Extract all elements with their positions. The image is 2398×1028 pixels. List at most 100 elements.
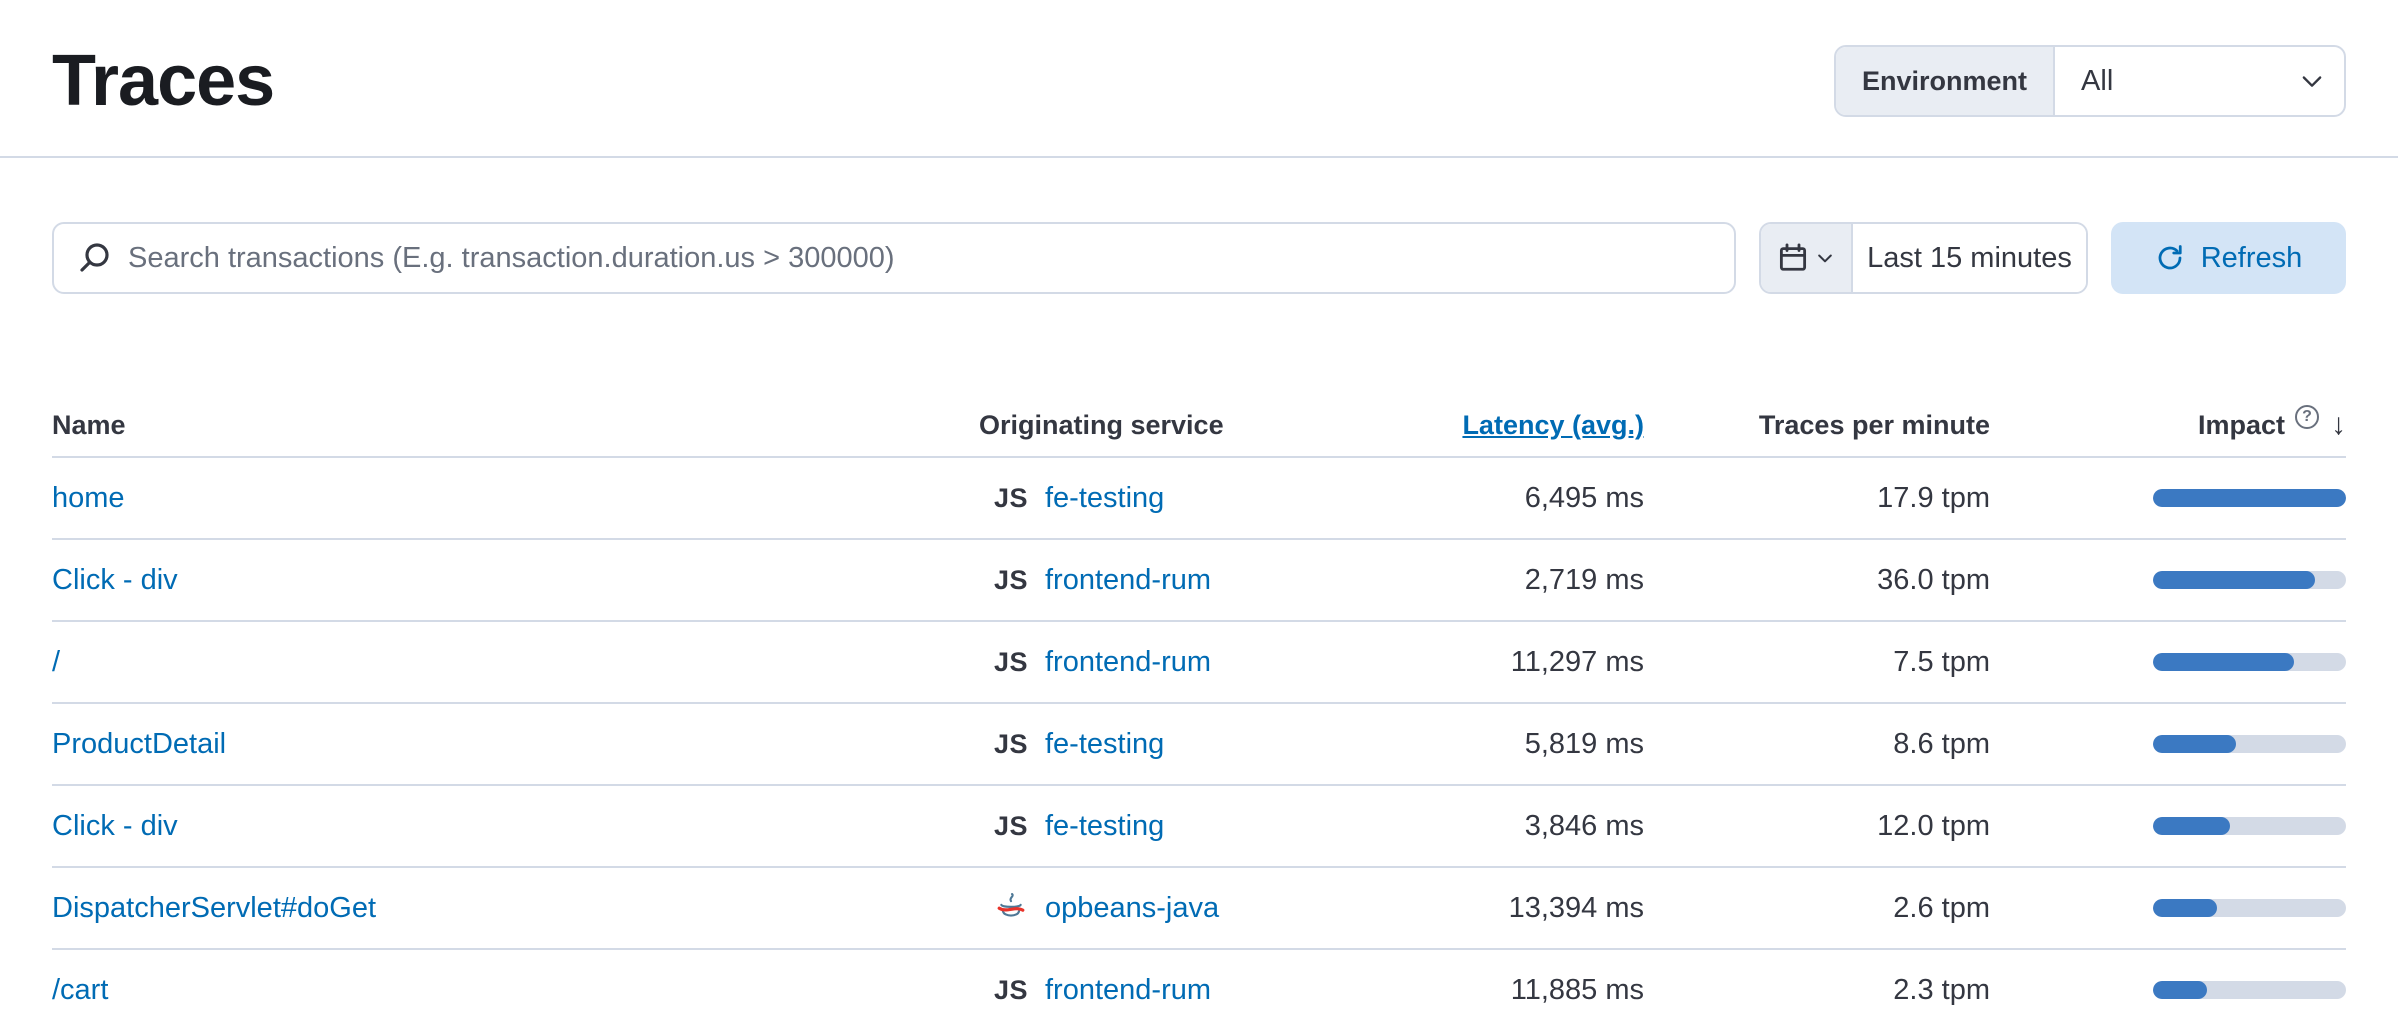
environment-select[interactable]: Environment All [1834,45,2346,117]
impact-bar-fill [2153,817,2230,835]
latency-sort-link[interactable]: Latency (avg.) [1462,410,1644,440]
transaction-name-cell: DispatcherServlet#doGet [52,892,979,925]
chevron-down-icon [2298,67,2326,95]
sort-descending-arrow-icon: ↓ [2331,408,2346,442]
javascript-agent-icon: JS [987,975,1035,1006]
javascript-agent-icon: JS [987,811,1035,842]
refresh-button-label: Refresh [2201,242,2303,275]
impact-bar-fill [2153,571,2315,589]
environment-selected-value: All [2081,65,2113,98]
transaction-name-cell: / [52,646,979,679]
impact-bar [2153,899,2346,917]
column-header-traces-per-minute: Traces per minute [1644,410,1990,441]
javascript-agent-icon: JS [987,565,1035,596]
transaction-link[interactable]: ProductDetail [52,728,226,760]
impact-cell [1990,571,2346,589]
transaction-name-cell: Click - div [52,810,979,843]
column-header-impact[interactable]: Impact ? ↓ [1990,408,2346,442]
search-bar [52,222,1736,294]
transaction-link[interactable]: /cart [52,974,108,1006]
latency-value: 3,846 ms [1359,810,1644,843]
service-link[interactable]: opbeans-java [1045,892,1219,925]
traces-per-minute-value: 2.3 tpm [1644,974,1990,1007]
toolbar: Last 15 minutes Refresh [52,222,2346,294]
transaction-link[interactable]: Click - div [52,810,178,842]
traces-per-minute-value: 7.5 tpm [1644,646,1990,679]
transaction-name-cell: /cart [52,974,979,1007]
impact-cell [1990,981,2346,999]
traces-table: Name Originating service Latency (avg.) … [52,394,2346,1028]
date-picker: Last 15 minutes [1759,222,2088,294]
traces-per-minute-value: 12.0 tpm [1644,810,1990,843]
traces-per-minute-value: 36.0 tpm [1644,564,1990,597]
transaction-link[interactable]: home [52,482,125,514]
originating-service-cell: JS fe-testing [979,482,1359,515]
table-row: home JS fe-testing 6,495 ms 17.9 tpm [52,458,2346,540]
originating-service-cell: JS fe-testing [979,728,1359,761]
latency-value: 2,719 ms [1359,564,1644,597]
originating-service-cell: JS frontend-rum [979,564,1359,597]
impact-cell [1990,489,2346,507]
date-picker-quick-menu-button[interactable] [1761,224,1853,292]
originating-service-cell: JS frontend-rum [979,974,1359,1007]
service-link[interactable]: fe-testing [1045,482,1164,515]
table-row: Click - div JS fe-testing 3,846 ms 12.0 … [52,786,2346,868]
table-row: /cart JS frontend-rum 11,885 ms 2.3 tpm [52,950,2346,1028]
transaction-name-cell: Click - div [52,564,979,597]
javascript-agent-icon: JS [987,483,1035,514]
column-header-originating-service: Originating service [979,410,1359,441]
traces-per-minute-value: 17.9 tpm [1644,482,1990,515]
transaction-link[interactable]: / [52,646,60,678]
traces-page: Traces Environment All [0,0,2398,1028]
table-row: / JS frontend-rum 11,297 ms 7.5 tpm [52,622,2346,704]
service-link[interactable]: frontend-rum [1045,974,1211,1007]
traces-per-minute-value: 2.6 tpm [1644,892,1990,925]
transaction-name-cell: ProductDetail [52,728,979,761]
column-header-name: Name [52,410,979,441]
impact-bar-fill [2153,899,2217,917]
impact-header-label: Impact [2198,410,2285,441]
search-input[interactable] [128,242,1710,275]
impact-bar-fill [2153,489,2346,507]
service-link[interactable]: frontend-rum [1045,646,1211,679]
impact-cell [1990,653,2346,671]
latency-value: 11,885 ms [1359,974,1644,1007]
impact-bar [2153,735,2346,753]
transaction-link[interactable]: DispatcherServlet#doGet [52,892,376,924]
impact-bar-fill [2153,735,2236,753]
latency-value: 6,495 ms [1359,482,1644,515]
table-row: ProductDetail JS fe-testing 5,819 ms 8.6… [52,704,2346,786]
latency-value: 13,394 ms [1359,892,1644,925]
page-title: Traces [52,40,274,122]
originating-service-cell: JS frontend-rum [979,646,1359,679]
service-link[interactable]: frontend-rum [1045,564,1211,597]
originating-service-cell: JS fe-testing [979,810,1359,843]
latency-value: 5,819 ms [1359,728,1644,761]
refresh-button[interactable]: Refresh [2111,222,2346,294]
chevron-down-icon [1815,248,1835,268]
javascript-agent-icon: JS [987,647,1035,678]
date-picker-range-button[interactable]: Last 15 minutes [1853,224,2086,292]
calendar-icon [1778,243,1808,273]
impact-bar [2153,571,2346,589]
table-header-row: Name Originating service Latency (avg.) … [52,394,2346,458]
column-header-latency: Latency (avg.) [1359,410,1644,441]
transaction-link[interactable]: Click - div [52,564,178,596]
latency-value: 11,297 ms [1359,646,1644,679]
service-link[interactable]: fe-testing [1045,728,1164,761]
impact-bar-fill [2153,981,2207,999]
impact-bar [2153,653,2346,671]
traces-per-minute-value: 8.6 tpm [1644,728,1990,761]
impact-bar [2153,489,2346,507]
environment-prepend-label: Environment [1836,47,2055,115]
impact-cell [1990,899,2346,917]
impact-cell [1990,735,2346,753]
table-row: Click - div JS frontend-rum 2,719 ms 36.… [52,540,2346,622]
page-header: Traces Environment All [0,0,2398,158]
impact-cell [1990,817,2346,835]
impact-bar-fill [2153,653,2294,671]
table-row: DispatcherServlet#doGet JS opbeans-java … [52,868,2346,950]
question-in-circle-icon: ? [2295,405,2319,429]
service-link[interactable]: fe-testing [1045,810,1164,843]
javascript-agent-icon: JS [987,729,1035,760]
